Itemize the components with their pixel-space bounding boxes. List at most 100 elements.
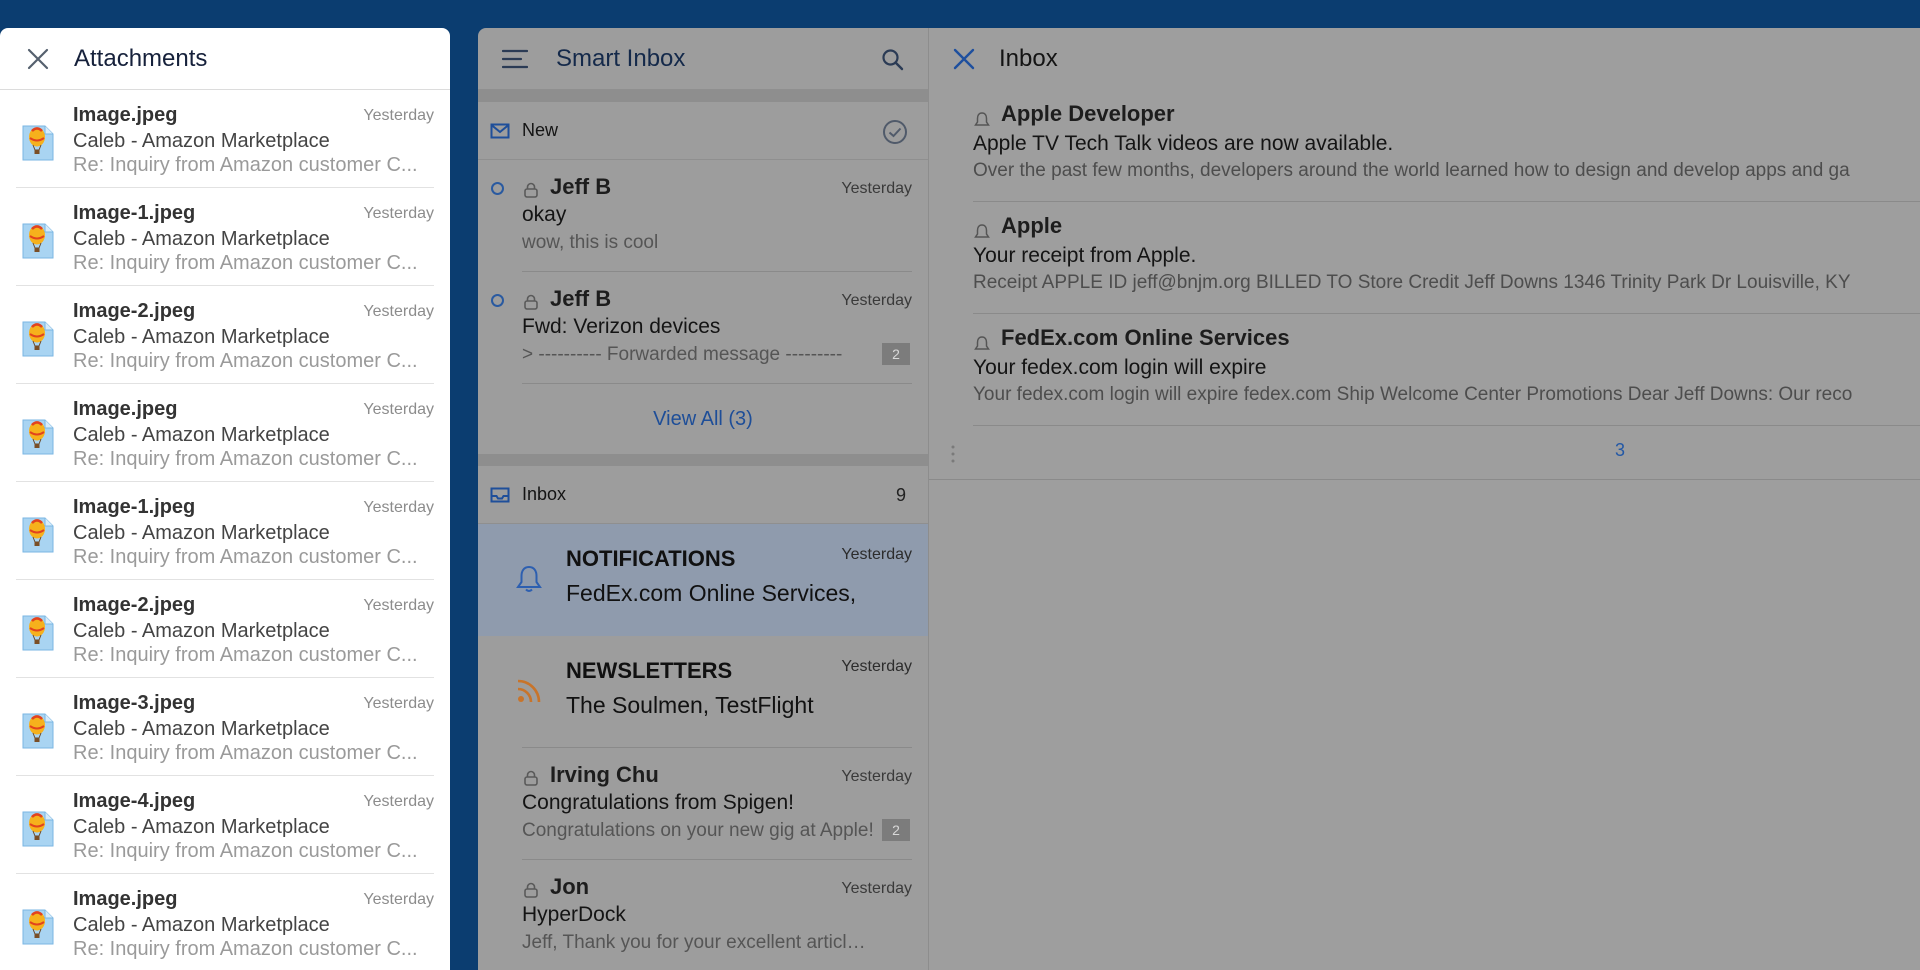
group-date: Yesterday	[841, 546, 912, 563]
notification-row[interactable]: Apple Developer Apple TV Tech Talk videos…	[973, 90, 1920, 202]
attachment-subject: Re: Inquiry from Amazon customer C...	[73, 448, 418, 470]
attachment-row[interactable]: Image-1.jpeg Yesterday Caleb - Amazon Mark…	[16, 188, 434, 286]
close-icon[interactable]	[22, 43, 54, 75]
balloon-image-icon	[20, 902, 56, 946]
message-preview: Jeff, Thank you for your excellent artic…	[522, 932, 876, 953]
message-date: Yesterday	[841, 768, 912, 785]
message-date: Yesterday	[841, 180, 912, 197]
balloon-image-icon	[20, 216, 56, 260]
attachment-row[interactable]: Image-2.jpeg Yesterday Caleb - Amazon Mark…	[16, 580, 434, 678]
notification-preview: Receipt APPLE ID jeff@bnjm.org BILLED TO…	[973, 272, 1851, 293]
attachment-row[interactable]: Image-3.jpeg Yesterday Caleb - Amazon Mark…	[16, 678, 434, 776]
bell-icon	[973, 335, 991, 353]
message-date: Yesterday	[841, 880, 912, 897]
attachment-subject: Re: Inquiry from Amazon customer C...	[73, 546, 418, 568]
notification-sender: FedEx.com Online Services	[1001, 325, 1290, 350]
attachment-filename: Image-1.jpeg	[73, 496, 196, 518]
view-all-link[interactable]: View All (3)	[653, 408, 753, 431]
attachment-row[interactable]: Image-2.jpeg Yesterday Caleb - Amazon Mark…	[16, 286, 434, 384]
pagination-bar: 3	[929, 426, 1920, 480]
bell-icon	[973, 111, 991, 129]
notification-list: Apple Developer Apple TV Tech Talk videos…	[929, 90, 1920, 426]
message-sender: Irving Chu	[550, 762, 659, 787]
check-circle-icon[interactable]	[882, 119, 908, 150]
attachment-date: Yesterday	[363, 107, 434, 124]
inbox-messages-list: Irving Chu Yesterday Congratulations from …	[478, 748, 928, 970]
attachment-row[interactable]: Image-4.jpeg Yesterday Caleb - Amazon Mark…	[16, 776, 434, 874]
message-subject: HyperDock	[522, 903, 626, 926]
attachments-list: Image.jpeg Yesterday Caleb - Amazon Market…	[0, 90, 450, 970]
person-icon	[522, 182, 540, 198]
attachment-sender: Caleb - Amazon Marketplace	[73, 816, 330, 838]
notification-row[interactable]: FedEx.com Online Services Your fedex.com …	[973, 314, 1920, 426]
smart-inbox-title: Smart Inbox	[556, 44, 686, 72]
attachment-sender: Caleb - Amazon Marketplace	[73, 130, 330, 152]
attachment-date: Yesterday	[363, 303, 434, 320]
drag-handle-icon[interactable]	[951, 444, 955, 464]
attachment-filename: Image.jpeg	[73, 398, 178, 420]
message-preview: wow, this is cool	[522, 232, 659, 253]
attachment-row[interactable]: Image.jpeg Yesterday Caleb - Amazon Market…	[16, 384, 434, 482]
search-icon[interactable]	[880, 47, 906, 73]
attachment-filename: Image-1.jpeg	[73, 202, 196, 224]
balloon-image-icon	[20, 804, 56, 848]
notification-row[interactable]: Apple Your receipt from Apple. Receipt APP…	[973, 202, 1920, 314]
person-icon	[522, 294, 540, 310]
balloon-image-icon	[20, 412, 56, 456]
message-sender: Jeff B	[550, 174, 612, 199]
attachment-date: Yesterday	[363, 695, 434, 712]
attachment-row[interactable]: Image.jpeg Yesterday Caleb - Amazon Market…	[16, 90, 434, 188]
attachment-sender: Caleb - Amazon Marketplace	[73, 522, 330, 544]
balloon-image-icon	[20, 314, 56, 358]
rss-icon	[514, 676, 544, 706]
notification-sender: Apple	[1001, 213, 1063, 238]
message-sender: Jeff B	[550, 286, 612, 311]
attachment-sender: Caleb - Amazon Marketplace	[73, 326, 330, 348]
message-row[interactable]: Irving Chu Yesterday Congratulations from …	[522, 748, 912, 860]
group-date: Yesterday	[841, 658, 912, 675]
balloon-image-icon	[20, 118, 56, 162]
notifications-group-row[interactable]: NOTIFICATIONS Yesterday FedEx.com Online…	[478, 524, 928, 636]
envelope-icon	[490, 123, 510, 139]
message-subject: okay	[522, 203, 567, 226]
notification-preview: Your fedex.com login will expire fedex.c…	[973, 384, 1853, 405]
inbox-detail-panel: Inbox Apple Developer Apple TV Tech Talk …	[928, 28, 1920, 970]
inbox-section-header[interactable]: Inbox 9	[478, 466, 928, 524]
attachment-row[interactable]: Image.jpeg Yesterday Caleb - Amazon Market…	[16, 874, 434, 970]
attachment-date: Yesterday	[363, 597, 434, 614]
attachments-header: Attachments	[0, 28, 450, 90]
hamburger-menu-icon[interactable]	[502, 49, 528, 69]
attachment-filename: Image.jpeg	[73, 888, 178, 910]
notification-sender: Apple Developer	[1001, 101, 1175, 126]
thread-count-badge: 2	[882, 819, 910, 841]
thread-count-badge: 2	[882, 343, 910, 365]
page-number[interactable]: 3	[1615, 440, 1625, 461]
newsletters-group-row[interactable]: NEWSLETTERS Yesterday The Soulmen, TestF…	[478, 636, 928, 748]
message-sender: Jon	[550, 874, 590, 899]
bell-icon	[514, 564, 544, 594]
attachment-row[interactable]: Image-1.jpeg Yesterday Caleb - Amazon Mark…	[16, 482, 434, 580]
attachment-filename: Image-2.jpeg	[73, 594, 196, 616]
balloon-image-icon	[20, 608, 56, 652]
message-preview: Congratulations on your new gig at Apple…	[522, 820, 874, 841]
notification-subject: Your fedex.com login will expire	[973, 356, 1267, 379]
group-title: NEWSLETTERS	[566, 658, 733, 683]
message-row[interactable]: Jon Yesterday HyperDock Jeff, Thank you for…	[522, 860, 912, 970]
message-row[interactable]: Jeff B Yesterday okay wow, this is cool	[491, 160, 912, 272]
unread-dot-icon	[491, 182, 504, 195]
inbox-section-label: Inbox	[522, 484, 567, 504]
notification-subject: Your receipt from Apple.	[973, 244, 1197, 267]
attachment-sender: Caleb - Amazon Marketplace	[73, 620, 330, 642]
attachment-sender: Caleb - Amazon Marketplace	[73, 424, 330, 446]
new-messages-list: Jeff B Yesterday okay wow, this is cool Jeff…	[478, 160, 928, 384]
close-icon[interactable]	[953, 48, 975, 70]
attachment-subject: Re: Inquiry from Amazon customer C...	[73, 840, 418, 862]
attachment-date: Yesterday	[363, 891, 434, 908]
message-date: Yesterday	[841, 292, 912, 309]
attachment-subject: Re: Inquiry from Amazon customer C...	[73, 742, 418, 764]
message-preview: > ---------- Forwarded message ---------	[522, 344, 843, 365]
new-section-header[interactable]: New	[478, 102, 928, 160]
view-all-row: View All (3)	[478, 384, 928, 454]
message-row[interactable]: Jeff B Yesterday Fwd: Verizon devices > ---…	[491, 272, 912, 384]
attachments-panel: Attachments Image.jpeg Yesterday Caleb - A…	[0, 28, 450, 970]
